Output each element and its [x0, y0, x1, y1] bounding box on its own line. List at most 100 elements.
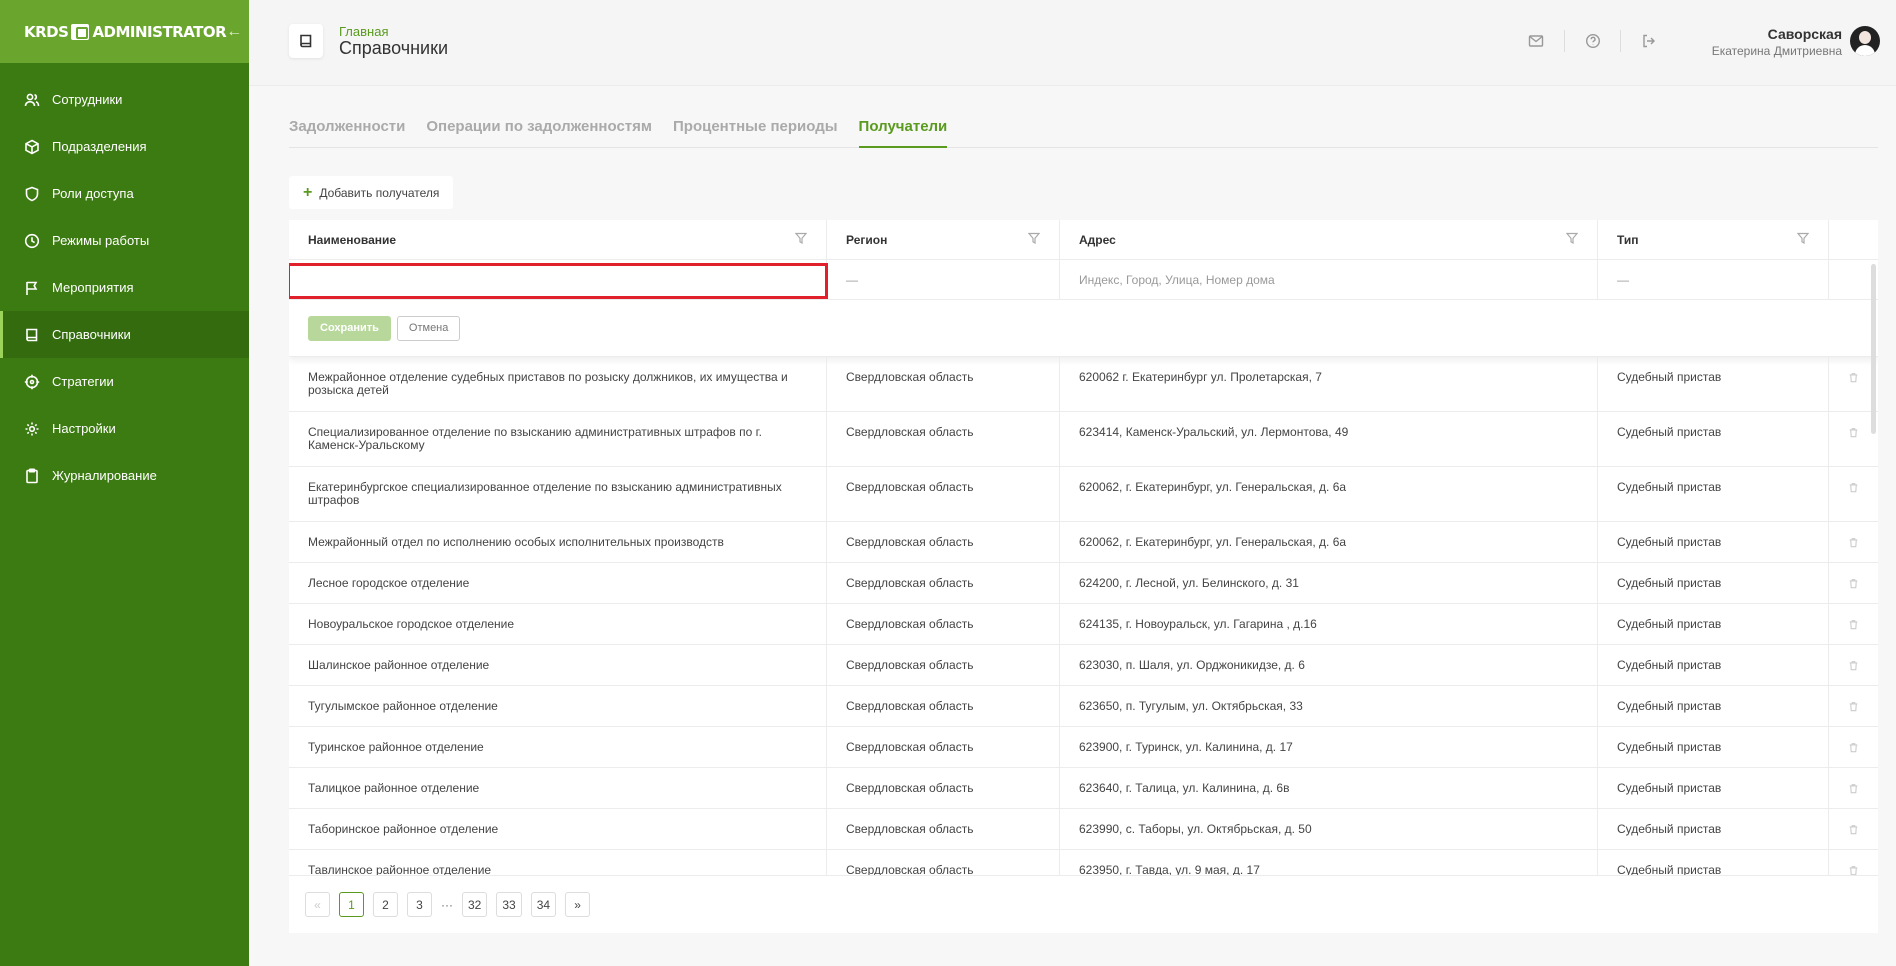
cancel-button[interactable]: Отмена	[396, 315, 461, 341]
column-header-type: Тип	[1598, 220, 1829, 259]
delete-icon[interactable]	[1829, 809, 1878, 849]
column-header-label: Регион	[846, 232, 888, 247]
cell-region: Свердловская область	[827, 412, 1060, 466]
logo-text-right: ADMINISTRATOR	[92, 22, 227, 41]
tab-debts[interactable]: Задолженности	[289, 118, 405, 148]
plus-icon: +	[303, 183, 313, 201]
sidebar-item-label: Мероприятия	[52, 280, 134, 295]
page-button[interactable]: 33	[496, 892, 522, 917]
help-icon[interactable]	[1564, 30, 1620, 52]
sidebar-item-directories[interactable]: Справочники	[0, 311, 249, 358]
next-page-button[interactable]: »	[565, 892, 591, 917]
column-header-region: Регион	[827, 220, 1060, 259]
cell-type: Судебный пристав	[1598, 522, 1829, 562]
user-info[interactable]: Саворская Екатерина Дмитриевна	[1712, 26, 1842, 58]
tab-interest-periods[interactable]: Процентные периоды	[673, 118, 838, 148]
tab-recipients[interactable]: Получатели	[858, 118, 948, 148]
filter-icon[interactable]	[1565, 232, 1579, 247]
name-input[interactable]	[289, 263, 828, 299]
collapse-sidebar-icon[interactable]: ←	[226, 23, 242, 41]
book-icon	[289, 24, 323, 58]
cell-address: 623030, п. Шаля, ул. Орджоникидзе, д. 6	[1060, 645, 1598, 685]
page-button[interactable]: 1	[339, 892, 364, 917]
tab-debt-operations[interactable]: Операции по задолженностям	[426, 118, 652, 148]
sidebar-header: KRDS ADMINISTRATOR ←	[0, 0, 249, 63]
cell-name: Таборинское районное отделение	[289, 809, 827, 849]
delete-icon[interactable]	[1829, 522, 1878, 562]
filter-icon[interactable]	[794, 232, 808, 247]
mail-icon[interactable]	[1508, 30, 1564, 52]
address-field[interactable]: Индекс, Город, Улица, Номер дома	[1060, 260, 1598, 299]
cell-name: Лесное городское отделение	[289, 563, 827, 603]
cell-name: Новоуральское городское отделение	[289, 604, 827, 644]
delete-icon[interactable]	[1829, 645, 1878, 685]
sidebar-item-settings[interactable]: Настройки	[0, 405, 249, 452]
table-row[interactable]: Новоуральское городское отделение Свердло…	[289, 604, 1878, 645]
sidebar-item-label: Сотрудники	[52, 92, 123, 107]
cell-address: 624200, г. Лесной, ул. Белинского, д. 31	[1060, 563, 1598, 603]
delete-icon[interactable]	[1829, 467, 1878, 521]
table-row[interactable]: Межрайонное отделение судебных приставов…	[289, 357, 1878, 412]
avatar[interactable]	[1850, 26, 1880, 56]
pagination-ellipsis: ···	[441, 897, 453, 912]
users-icon	[24, 92, 40, 108]
table-row[interactable]: Екатеринбургское специализированное отде…	[289, 467, 1878, 522]
gear-icon	[24, 421, 40, 437]
logo-icon	[71, 23, 90, 40]
scrollbar[interactable]	[1871, 264, 1876, 434]
delete-icon[interactable]	[1829, 686, 1878, 726]
delete-icon[interactable]	[1829, 768, 1878, 808]
sidebar: KRDS ADMINISTRATOR ← Сотрудники Подразде…	[0, 0, 249, 966]
tabs: Задолженности Операции по задолженностям…	[289, 118, 1878, 148]
prev-page-button[interactable]: «	[305, 892, 330, 917]
sidebar-item-events[interactable]: Мероприятия	[0, 264, 249, 311]
page-button[interactable]: 2	[373, 892, 398, 917]
table-row[interactable]: Межрайонный отдел по исполнению особых и…	[289, 522, 1878, 563]
flag-icon	[24, 280, 40, 296]
sidebar-item-logging[interactable]: Журналирование	[0, 452, 249, 499]
sidebar-item-strategies[interactable]: Стратегии	[0, 358, 249, 405]
page-button[interactable]: 3	[407, 892, 432, 917]
cell-address: 623414, Каменск-Уральский, ул. Лермонтов…	[1060, 412, 1598, 466]
table-row[interactable]: Талицкое районное отделение Свердловская …	[289, 768, 1878, 809]
sidebar-item-employees[interactable]: Сотрудники	[0, 76, 249, 123]
table-row[interactable]: Туринское районное отделение Свердловская…	[289, 727, 1878, 768]
delete-icon[interactable]	[1829, 563, 1878, 603]
delete-icon[interactable]	[1829, 604, 1878, 644]
save-button[interactable]: Сохранить	[308, 315, 391, 341]
recipients-table: Наименование Регион Адрес Тип — Индекс, …	[289, 220, 1878, 933]
cell-region: Свердловская область	[827, 768, 1060, 808]
cell-name: Специализированное отделение по взыскани…	[289, 412, 827, 466]
cell-name: Екатеринбургское специализированное отде…	[289, 467, 827, 521]
cell-region: Свердловская область	[827, 563, 1060, 603]
cell-type: Судебный пристав	[1598, 645, 1829, 685]
cell-region: Свердловская область	[827, 809, 1060, 849]
page-button[interactable]: 34	[530, 892, 557, 917]
table-row[interactable]: Таборинское районное отделение Свердловск…	[289, 809, 1878, 850]
logo[interactable]: KRDS ADMINISTRATOR	[24, 22, 227, 41]
table-row[interactable]: Лесное городское отделение Свердловская о…	[289, 563, 1878, 604]
cell-region: Свердловская область	[827, 467, 1060, 521]
cube-icon	[24, 139, 40, 155]
type-select[interactable]: —	[1598, 260, 1829, 299]
filter-icon[interactable]	[1796, 232, 1810, 247]
cell-address: 620062, г. Екатеринбург, ул. Генеральска…	[1060, 522, 1598, 562]
table-row[interactable]: Шалинское районное отделение Свердловская…	[289, 645, 1878, 686]
table-row[interactable]: Специализированное отделение по взыскани…	[289, 412, 1878, 467]
page-button[interactable]: 32	[462, 892, 488, 917]
region-select[interactable]: —	[827, 260, 1060, 299]
table-row[interactable]: Тугулымское районное отделение Свердловск…	[289, 686, 1878, 727]
breadcrumb[interactable]: Главная	[339, 24, 388, 39]
cell-region: Свердловская область	[827, 727, 1060, 767]
sidebar-item-access-roles[interactable]: Роли доступа	[0, 170, 249, 217]
cell-name: Межрайонное отделение судебных приставов…	[289, 357, 827, 411]
sidebar-item-work-modes[interactable]: Режимы работы	[0, 217, 249, 264]
logout-icon[interactable]	[1620, 30, 1676, 52]
cell-region: Свердловская область	[827, 357, 1060, 411]
page-title: Справочники	[339, 38, 449, 58]
cell-region: Свердловская область	[827, 686, 1060, 726]
add-recipient-button[interactable]: + Добавить получателя	[289, 176, 454, 209]
sidebar-item-departments[interactable]: Подразделения	[0, 123, 249, 170]
delete-icon[interactable]	[1829, 727, 1878, 767]
filter-icon[interactable]	[1027, 232, 1041, 247]
